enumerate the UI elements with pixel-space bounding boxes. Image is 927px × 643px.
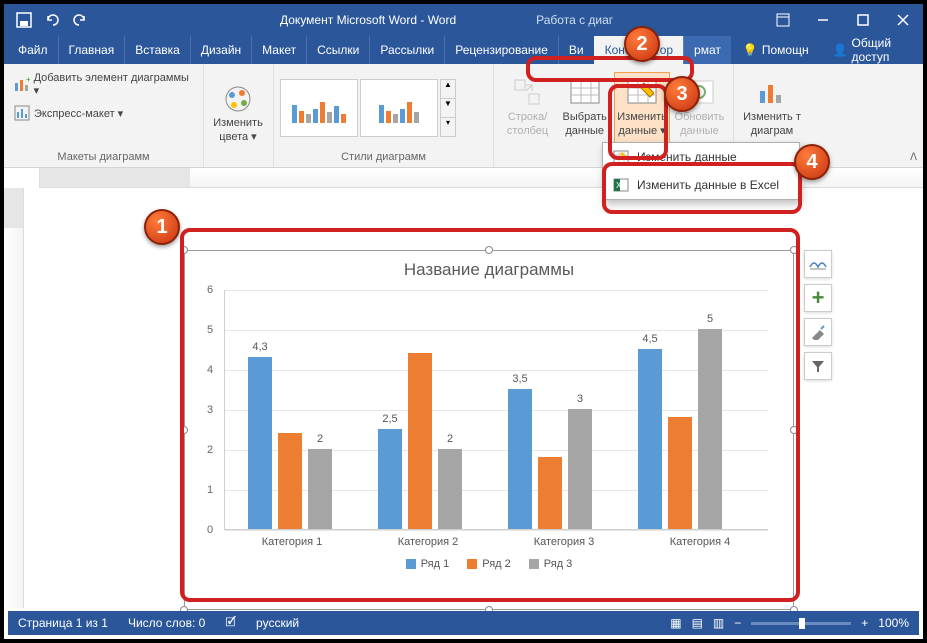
tab-insert[interactable]: Вставка <box>124 36 190 64</box>
svg-text:X: X <box>616 181 622 190</box>
view-read-icon[interactable]: ▦ <box>670 616 681 630</box>
excel-icon: X <box>613 177 629 193</box>
add-chart-element-button[interactable]: + Добавить элемент диаграммы ▾ <box>10 70 197 99</box>
maximize-icon[interactable] <box>843 4 883 36</box>
edit-data-dropdown: Изменить данные X Изменить данные в Exce… <box>602 142 800 200</box>
tab-references[interactable]: Ссылки <box>306 36 369 64</box>
select-data-button[interactable]: Выбрать данные <box>557 73 612 141</box>
tell-me-button[interactable]: 💡 Помощн <box>731 43 821 57</box>
tab-format[interactable]: рмат <box>683 36 731 64</box>
edit-data-button[interactable]: Изменить данные ▾ <box>614 72 670 142</box>
grid-icon <box>569 77 601 109</box>
collapse-ribbon-icon[interactable]: ᐱ <box>910 152 917 163</box>
zoom-slider[interactable] <box>751 622 851 625</box>
chart-plot-area[interactable]: 01234564,322,523,534,55 <box>224 290 768 530</box>
help-label: Помощн <box>762 43 809 57</box>
context-tab-title: Работа с диаг <box>536 13 613 27</box>
chart-elements-icon[interactable]: + <box>804 284 832 312</box>
quick-access-toolbar <box>4 8 100 32</box>
status-bar: Страница 1 из 1 Число слов: 0 🗹 русский … <box>8 611 919 635</box>
group-change-colors: Изменить цвета ▾ <box>204 64 274 167</box>
redo-icon[interactable] <box>68 8 92 32</box>
handle-nw[interactable] <box>180 246 188 254</box>
refresh-data-label: Обновить данные <box>675 111 725 137</box>
view-print-icon[interactable]: ▤ <box>692 616 703 630</box>
gallery-scroll[interactable]: ▲▼▾ <box>440 79 456 137</box>
ruler-corner <box>4 168 40 188</box>
zoom-out-icon[interactable]: − <box>734 616 741 630</box>
callout-2: 2 <box>624 26 660 62</box>
status-spellcheck-icon[interactable]: 🗹 <box>225 613 236 634</box>
edit-data-small-icon <box>613 149 629 165</box>
layout-options-icon[interactable] <box>804 250 832 278</box>
swap-icon <box>512 77 544 109</box>
window-controls <box>763 4 923 36</box>
minimize-icon[interactable] <box>803 4 843 36</box>
callout-3: 3 <box>664 76 700 112</box>
status-language[interactable]: русский <box>256 616 299 630</box>
share-label: Общий доступ <box>852 36 911 64</box>
callout-4: 4 <box>794 144 830 180</box>
group-chart-layouts: + Добавить элемент диаграммы ▾ Экспресс-м… <box>4 64 204 167</box>
palette-icon <box>222 83 254 115</box>
chart-object[interactable]: Название диаграммы 01234564,322,523,534,… <box>184 250 794 610</box>
window-title: Документ Microsoft Word - Word <box>280 13 456 27</box>
menu-edit-data-label: Изменить данные <box>637 150 737 164</box>
change-colors-label: Изменить цвета ▾ <box>212 117 264 143</box>
bulb-icon: 💡 <box>743 43 758 57</box>
edit-grid-icon <box>626 77 658 109</box>
tab-design[interactable]: Дизайн <box>190 36 251 64</box>
tab-home[interactable]: Главная <box>58 36 125 64</box>
edit-data-label: Изменить данные ▾ <box>617 111 667 137</box>
menu-edit-data-excel-label: Изменить данные в Excel <box>637 178 779 192</box>
select-data-label: Выбрать данные <box>563 111 607 137</box>
view-web-icon[interactable]: ▥ <box>713 616 724 630</box>
add-element-label: Добавить элемент диаграммы ▾ <box>34 72 193 97</box>
chart-side-tools: + <box>804 250 834 380</box>
title-bar: Документ Microsoft Word - Word Работа с … <box>4 4 923 36</box>
tab-review[interactable]: Рецензирование <box>444 36 558 64</box>
svg-text:+: + <box>26 77 30 84</box>
tab-layout[interactable]: Макет <box>251 36 306 64</box>
handle-e[interactable] <box>790 426 798 434</box>
chart-type-icon <box>756 77 788 109</box>
handle-w[interactable] <box>180 426 188 434</box>
handle-ne[interactable] <box>790 246 798 254</box>
document-area: Название диаграммы 01234564,322,523,534,… <box>4 188 923 608</box>
menu-edit-data[interactable]: Изменить данные <box>603 143 799 171</box>
person-icon: 👤 <box>833 43 848 57</box>
change-chart-type-button[interactable]: Изменить т диаграм <box>740 73 804 141</box>
page[interactable]: Название диаграммы 01234564,322,523,534,… <box>24 188 923 608</box>
menu-edit-data-excel[interactable]: X Изменить данные в Excel <box>603 171 799 199</box>
chart-style-1[interactable] <box>280 79 358 137</box>
quick-layout-button[interactable]: Экспресс-макет ▾ <box>10 103 127 123</box>
status-word-count[interactable]: Число слов: 0 <box>128 616 205 630</box>
change-type-label: Изменить т диаграм <box>743 111 801 137</box>
undo-icon[interactable] <box>40 8 64 32</box>
ribbon-tabs: Файл Главная Вставка Дизайн Макет Ссылки… <box>4 36 923 64</box>
status-page[interactable]: Страница 1 из 1 <box>18 616 108 630</box>
save-icon[interactable] <box>12 8 36 32</box>
tab-file[interactable]: Файл <box>4 36 58 64</box>
chart-styles-icon[interactable] <box>804 318 832 346</box>
switch-row-column-button[interactable]: Строка/ столбец <box>500 73 555 141</box>
row-col-label: Строка/ столбец <box>507 111 548 137</box>
change-colors-button[interactable]: Изменить цвета ▾ <box>210 79 266 147</box>
tab-mailings[interactable]: Рассылки <box>369 36 444 64</box>
zoom-in-icon[interactable]: + <box>861 616 868 630</box>
handle-n[interactable] <box>485 246 493 254</box>
chart-style-2[interactable] <box>360 79 438 137</box>
zoom-level[interactable]: 100% <box>878 616 909 630</box>
express-layout-label: Экспресс-макет ▾ <box>34 107 123 120</box>
ribbon-options-icon[interactable] <box>763 4 803 36</box>
group-styles-label: Стили диаграмм <box>280 149 487 165</box>
chart-filters-icon[interactable] <box>804 352 832 380</box>
tab-view[interactable]: Ви <box>558 36 594 64</box>
share-button[interactable]: 👤 Общий доступ <box>821 36 923 64</box>
group-layouts-label: Макеты диаграмм <box>10 149 197 165</box>
close-icon[interactable] <box>883 4 923 36</box>
group-chart-styles: ▲▼▾ Стили диаграмм <box>274 64 494 167</box>
ruler-vertical[interactable] <box>4 188 24 608</box>
callout-1: 1 <box>144 209 180 245</box>
